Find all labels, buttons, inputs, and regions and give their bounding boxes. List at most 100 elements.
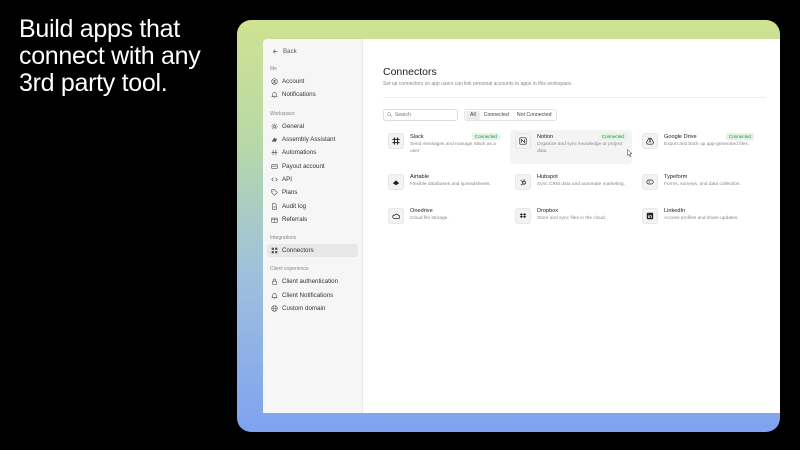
title-divider — [383, 97, 766, 98]
back-link[interactable]: Back — [267, 45, 358, 57]
linkedin-icon — [642, 208, 658, 224]
sidebar-section-label: Integrations — [270, 234, 297, 241]
connector-header: Notion Connected — [537, 133, 627, 140]
sidebar-item-notifications[interactable]: Notifications — [267, 88, 358, 101]
connector-name: Typeform — [664, 174, 688, 180]
connector-description: Cloud file storage. — [410, 216, 449, 221]
connector-text: LinkedIn Access profiles and share update… — [664, 208, 754, 236]
user-circle-icon — [270, 78, 278, 86]
search-input[interactable] — [395, 112, 455, 118]
connector-card-typeform[interactable]: Typeform Forms, surveys, and data collect… — [637, 171, 759, 205]
connector-name: Hubspot — [537, 174, 558, 180]
sidebar-item-label: Custom domain — [282, 305, 326, 312]
sidebar-item-account[interactable]: Account — [267, 75, 358, 88]
connector-text: Notion Connected Organize and sync knowled… — [537, 133, 627, 161]
filter-tab-connected[interactable]: Connected — [480, 111, 513, 120]
marketing-headline: Build apps that connect with any 3rd par… — [19, 16, 239, 97]
connector-name: LinkedIn — [664, 208, 686, 214]
sidebar-item-label: Connectors — [282, 247, 314, 255]
app-window: Back Me Account Notifications Workspace Gene… — [263, 39, 780, 413]
connector-card-hubspot[interactable]: Hubspot Sync CRM data and automate market… — [510, 171, 632, 205]
sidebar-item-audit-log[interactable]: Audit log — [267, 199, 358, 212]
search-icon — [387, 111, 392, 119]
settings-sidebar: Back Me Account Notifications Workspace Gene… — [263, 39, 363, 413]
connector-text: Onedrive Cloud file storage. — [410, 208, 500, 236]
sidebar-item-label: Payout account — [282, 162, 325, 170]
connector-text: Dropbox Store and sync files in the cloud… — [537, 208, 627, 236]
filter-tab-not-connected[interactable]: Not Connected — [513, 111, 556, 120]
sidebar-item-label: Account — [282, 78, 305, 86]
search-box[interactable] — [383, 109, 458, 121]
grid-icon — [270, 247, 278, 255]
connector-header: Onedrive — [410, 208, 500, 214]
dropbox-icon — [515, 208, 531, 224]
connector-text: Slack Connected Send messages and manage S… — [410, 133, 500, 161]
connector-name: Notion — [537, 133, 554, 140]
connector-card-notion[interactable]: Notion Connected Organize and sync knowled… — [510, 130, 632, 164]
sidebar-item-label: Plans — [282, 189, 298, 197]
sparkle-icon — [270, 136, 278, 144]
connected-badge: Connected — [598, 133, 627, 140]
sidebar-item-plans[interactable]: Plans — [267, 186, 358, 199]
sidebar-section-label: Workspace — [270, 110, 295, 117]
connector-description: Flexible databases and spreadsheets. — [410, 182, 491, 187]
connector-text: Airtable Flexible databases and spreadshe… — [410, 174, 500, 202]
sidebar-sections: Me Account Notifications Workspace General As… — [267, 66, 358, 315]
sidebar-item-referrals[interactable]: Referrals — [267, 213, 358, 226]
google-drive-icon — [642, 133, 658, 149]
connector-text: Typeform Forms, surveys, and data collect… — [664, 174, 754, 202]
page-title: Connectors — [383, 66, 437, 78]
connector-card-dropbox[interactable]: Dropbox Store and sync files in the cloud… — [510, 205, 632, 239]
connector-text: Google Drive Connected Export and back up … — [664, 133, 754, 161]
sidebar-item-label: Notifications — [282, 91, 316, 99]
connector-header: Dropbox — [537, 208, 627, 214]
connector-header: LinkedIn — [664, 208, 754, 214]
sidebar-item-assembly-assistant[interactable]: Assembly Assistant — [267, 133, 358, 146]
slack-icon — [388, 133, 404, 149]
typeform-icon — [642, 174, 658, 190]
connected-badge: Connected — [471, 133, 500, 140]
sidebar-item-automations[interactable]: Automations — [267, 146, 358, 159]
connector-card-google-drive[interactable]: Google Drive Connected Export and back up … — [637, 130, 759, 164]
headline-line-3: 3rd party tool. — [19, 69, 168, 97]
bell-icon — [270, 291, 278, 299]
sidebar-item-label: Automations — [282, 149, 317, 157]
sidebar-item-custom-domain[interactable]: Custom domain — [267, 302, 358, 315]
bell-icon — [270, 91, 278, 99]
connector-card-airtable[interactable]: Airtable Flexible databases and spreadshe… — [383, 171, 505, 205]
sidebar-item-api[interactable]: API — [267, 173, 358, 186]
headline-line-2: connect with any — [19, 42, 201, 70]
connector-name: Onedrive — [410, 208, 433, 214]
globe-icon — [270, 305, 278, 313]
arrow-left-icon — [271, 47, 279, 55]
connector-card-linkedin[interactable]: LinkedIn Access profiles and share update… — [637, 205, 759, 239]
sidebar-item-client-authentication[interactable]: Client authentication — [267, 275, 358, 288]
sidebar-item-label: Assembly Assistant — [282, 136, 336, 144]
sidebar-section-label: Client experience — [270, 266, 309, 273]
sidebar-item-label: API — [282, 175, 292, 183]
connector-header: Google Drive Connected — [664, 133, 754, 140]
gear-icon — [270, 122, 278, 130]
connector-description: Sync CRM data and automate marketing. — [537, 182, 625, 187]
connector-card-slack[interactable]: Slack Connected Send messages and manage S… — [383, 130, 505, 164]
sidebar-item-client-notifications[interactable]: Client Notifications — [267, 289, 358, 302]
headline-line-1: Build apps that — [19, 15, 180, 43]
connector-header: Hubspot — [537, 174, 627, 180]
sidebar-item-payout-account[interactable]: Payout account — [267, 159, 358, 172]
connector-description: Send messages and manage Slack as a user — [410, 142, 496, 154]
airtable-icon — [388, 174, 404, 190]
connector-description: Export and back up app-generated files. — [664, 142, 750, 147]
sidebar-item-label: General — [282, 122, 305, 130]
sidebar-item-general[interactable]: General — [267, 120, 358, 133]
automation-icon — [270, 149, 278, 157]
filter-tabs: All Connected Not Connected — [464, 109, 558, 121]
connector-header: Slack Connected — [410, 133, 500, 140]
connector-card-onedrive[interactable]: Onedrive Cloud file storage. — [383, 205, 505, 239]
sidebar-section-label: Me — [270, 66, 277, 72]
gift-icon — [270, 215, 278, 223]
connectors-page: Connectors Set up connectors so app user… — [363, 39, 780, 413]
connector-header: Airtable — [410, 174, 500, 180]
sidebar-item-connectors[interactable]: Connectors — [267, 243, 358, 258]
file-icon — [270, 202, 278, 210]
filter-tab-all[interactable]: All — [466, 110, 480, 120]
